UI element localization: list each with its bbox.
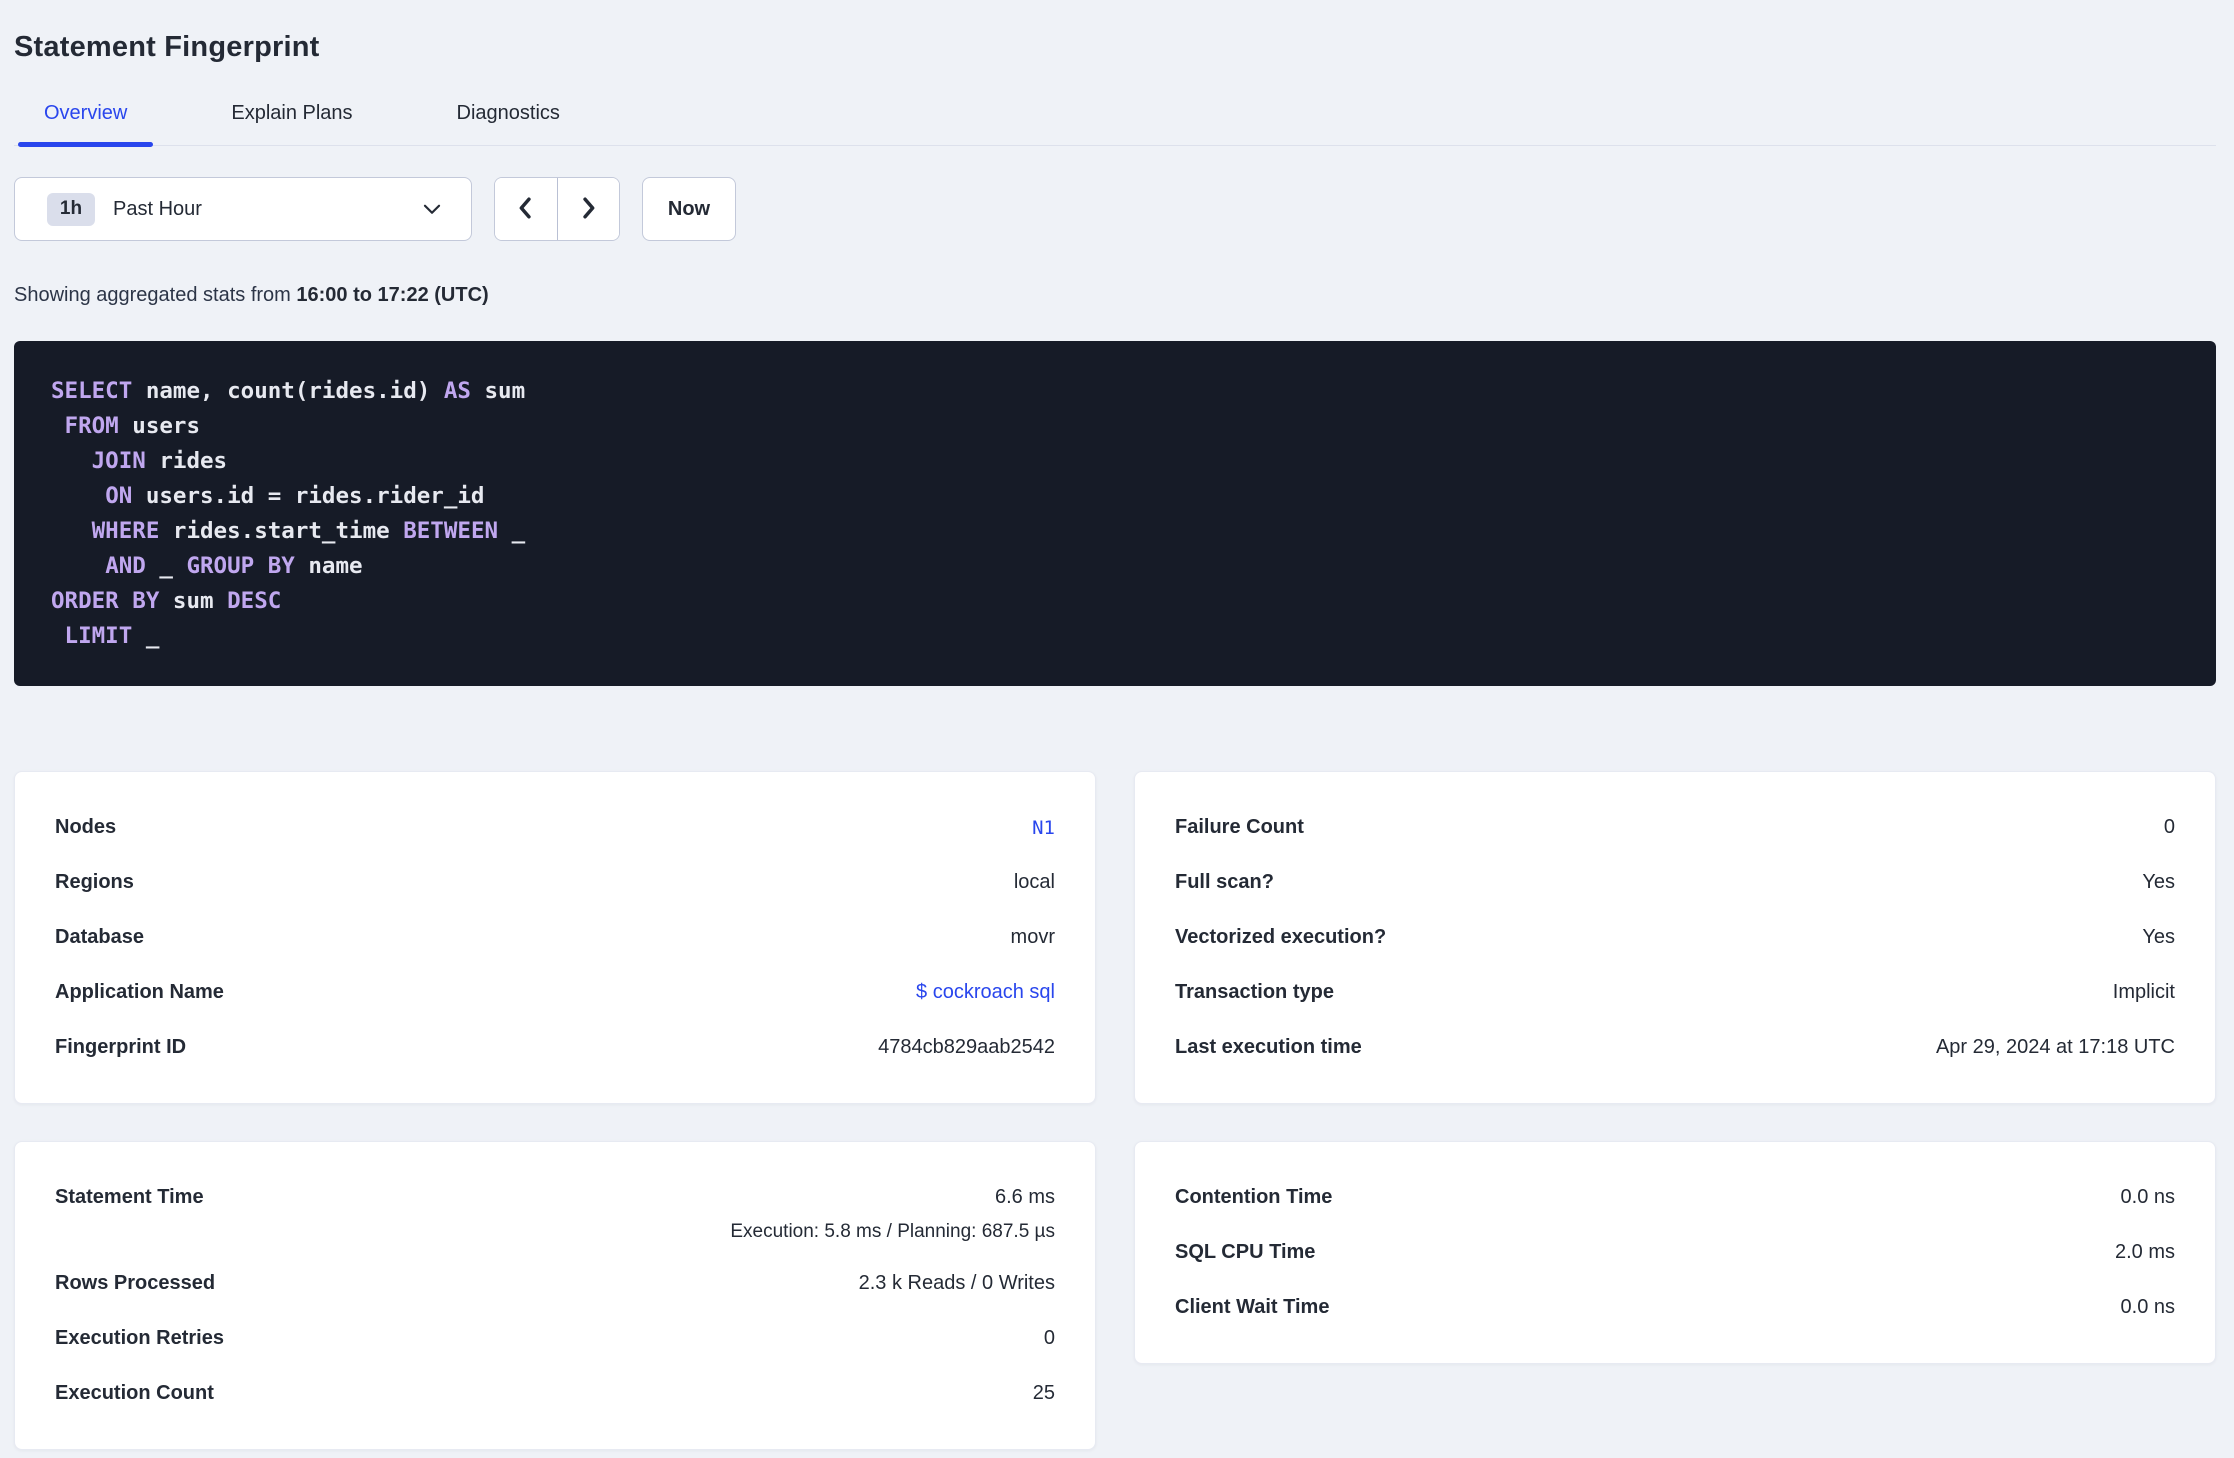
row-vectorized-execution: Vectorized execution? Yes (1175, 910, 2175, 965)
card-contention-times: Contention Time 0.0 ns SQL CPU Time 2.0 … (1134, 1141, 2216, 1364)
aggregated-stats-caption: Showing aggregated stats from 16:00 to 1… (14, 283, 2216, 307)
execution-retries-label: Execution Retries (55, 1327, 224, 1349)
full-scan-label: Full scan? (1175, 871, 1274, 893)
execution-retries-value: 0 (1043, 1327, 1055, 1349)
sql-line: ORDER BY sum DESC (51, 588, 282, 614)
tab-bar: Overview Explain Plans Diagnostics (14, 101, 2216, 147)
database-value: movr (1010, 926, 1055, 948)
row-fingerprint-id: Fingerprint ID 4784cb829aab2542 (55, 1020, 1055, 1075)
page-title: Statement Fingerprint (14, 31, 320, 63)
sql-line: WHERE rides.start_time BETWEEN _ (91, 518, 526, 544)
client-wait-time-label: Client Wait Time (1175, 1296, 1330, 1318)
sql-cpu-time-label: SQL CPU Time (1175, 1241, 1316, 1263)
row-full-scan: Full scan? Yes (1175, 855, 2175, 910)
execution-count-label: Execution Count (55, 1382, 214, 1404)
row-nodes: Nodes N1 (55, 800, 1055, 855)
full-scan-value: Yes (2142, 871, 2175, 893)
stats-caption-range: 16:00 to 17:22 (UTC) (296, 284, 489, 306)
vectorized-execution-label: Vectorized execution? (1175, 926, 1387, 948)
stats-caption-prefix: Showing aggregated stats from (14, 284, 291, 306)
chevron-down-icon (419, 196, 445, 222)
sql-line: LIMIT _ (64, 623, 160, 649)
row-regions: Regions local (55, 855, 1055, 910)
row-database: Database movr (55, 910, 1055, 965)
row-application-name: Application Name $ cockroach sql (55, 965, 1055, 1020)
sql-line: JOIN rides (91, 448, 228, 474)
sql-line: ON users.id = rides.rider_id (105, 483, 485, 509)
card-execution-attributes: Failure Count 0 Full scan? Yes Vectorize… (1134, 771, 2216, 1104)
tab-overview[interactable]: Overview (18, 101, 154, 147)
summary-cards-row-1: Nodes N1 Regions local Database movr App… (14, 771, 2216, 1104)
transaction-type-label: Transaction type (1175, 981, 1334, 1003)
statement-time-label: Statement Time (55, 1186, 204, 1208)
chevron-right-icon (574, 194, 602, 225)
row-client-wait-time: Client Wait Time 0.0 ns (1175, 1280, 2175, 1335)
application-name-label: Application Name (55, 981, 224, 1003)
row-failure-count: Failure Count 0 (1175, 800, 2175, 855)
row-transaction-type: Transaction type Implicit (1175, 965, 2175, 1020)
fingerprint-id-value: 4784cb829aab2542 (878, 1036, 1055, 1058)
time-range-dropdown[interactable]: 1h Past Hour (14, 177, 472, 241)
sql-cpu-time-value: 2.0 ms (2114, 1241, 2175, 1263)
tab-diagnostics[interactable]: Diagnostics (431, 101, 586, 145)
nodes-label: Nodes (55, 816, 117, 838)
vectorized-execution-value: Yes (2142, 926, 2175, 948)
client-wait-time-value: 0.0 ns (2120, 1296, 2175, 1318)
regions-label: Regions (55, 871, 134, 893)
statement-time-breakdown: Execution: 5.8 ms / Planning: 687.5 µs (730, 1221, 1055, 1242)
row-execution-count: Execution Count 25 (55, 1366, 1055, 1421)
row-statement-time: Statement Time 6.6 ms Execution: 5.8 ms … (55, 1170, 1055, 1256)
sql-line: SELECT name, count(rides.id) AS sum (51, 378, 526, 404)
time-range-badge: 1h (47, 192, 95, 226)
row-last-execution-time: Last execution time Apr 29, 2024 at 17:1… (1175, 1020, 2175, 1075)
application-name-link[interactable]: $ cockroach sql (916, 981, 1055, 1004)
rows-processed-value: 2.3 k Reads / 0 Writes (858, 1272, 1055, 1294)
previous-range-button[interactable] (495, 178, 557, 240)
regions-value: local (1013, 871, 1055, 893)
last-execution-time-value: Apr 29, 2024 at 17:18 UTC (1935, 1036, 2175, 1058)
failure-count-label: Failure Count (1175, 816, 1304, 838)
database-label: Database (55, 926, 144, 948)
tab-explain-plans[interactable]: Explain Plans (205, 101, 378, 145)
contention-time-label: Contention Time (1175, 1186, 1333, 1208)
statement-time-value: 6.6 ms (994, 1186, 1055, 1208)
rows-processed-label: Rows Processed (55, 1272, 216, 1294)
sql-code: SELECT name, count(rides.id) AS sum FROM… (51, 374, 2186, 654)
sql-statement-box: SELECT name, count(rides.id) AS sum FROM… (14, 341, 2216, 686)
row-execution-retries: Execution Retries 0 (55, 1311, 1055, 1366)
sql-line: FROM users (64, 413, 201, 439)
now-button[interactable]: Now (642, 177, 736, 241)
transaction-type-value: Implicit (2112, 981, 2175, 1003)
row-contention-time: Contention Time 0.0 ns (1175, 1170, 2175, 1225)
time-step-buttons (494, 177, 620, 241)
time-range-label: Past Hour (113, 197, 202, 220)
sql-line: AND _ GROUP BY name (105, 553, 363, 579)
execution-count-value: 25 (1032, 1382, 1055, 1404)
failure-count-value: 0 (2163, 816, 2175, 838)
last-execution-time-label: Last execution time (1175, 1036, 1362, 1058)
fingerprint-id-label: Fingerprint ID (55, 1036, 187, 1058)
card-statement-details: Nodes N1 Regions local Database movr App… (14, 771, 1096, 1104)
row-sql-cpu-time: SQL CPU Time 2.0 ms (1175, 1225, 2175, 1280)
contention-time-value: 0.0 ns (2120, 1186, 2175, 1208)
statement-fingerprint-page: Statement Fingerprint Overview Explain P… (0, 0, 2234, 1450)
row-rows-processed: Rows Processed 2.3 k Reads / 0 Writes (55, 1256, 1055, 1311)
card-statement-times: Statement Time 6.6 ms Execution: 5.8 ms … (14, 1141, 1096, 1450)
next-range-button[interactable] (556, 178, 619, 240)
nodes-link[interactable]: N1 (1032, 817, 1055, 839)
summary-cards-row-2: Statement Time 6.6 ms Execution: 5.8 ms … (14, 1141, 2216, 1450)
chevron-left-icon (512, 194, 540, 225)
time-controls: 1h Past Hour Now (14, 177, 2216, 241)
